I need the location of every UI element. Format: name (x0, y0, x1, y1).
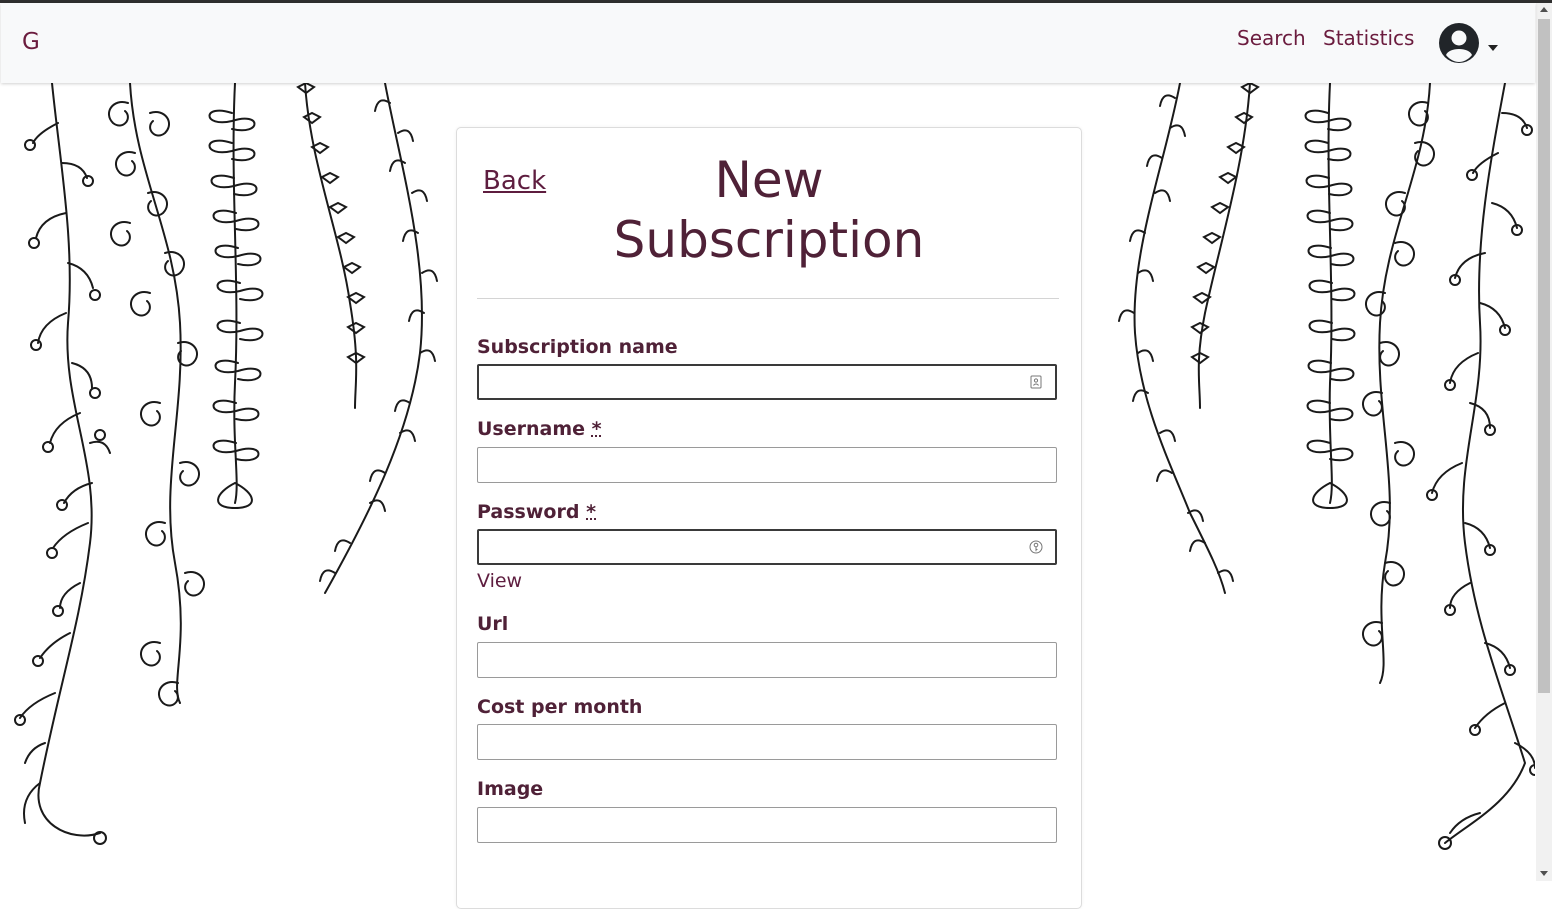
key-autofill-icon[interactable] (1029, 540, 1043, 554)
decorative-vines-right-image (1118, 83, 1535, 850)
subscription-name-label: Subscription name (477, 336, 678, 358)
chevron-down-icon (1488, 45, 1498, 51)
required-marker: * (586, 501, 596, 523)
username-input[interactable] (477, 447, 1057, 483)
page-title: New Subscription (613, 151, 925, 269)
title-divider (477, 298, 1059, 299)
user-avatar-icon (1439, 23, 1479, 63)
top-navbar: G Search Statistics (1, 3, 1535, 83)
cost-per-month-label: Cost per month (477, 696, 642, 718)
image-label: Image (477, 778, 543, 800)
cost-per-month-label-text: Cost per month (477, 696, 643, 718)
password-label: Password * (477, 501, 596, 523)
back-link[interactable]: Back (483, 166, 546, 196)
url-label: Url (477, 613, 508, 635)
subscription-name-input[interactable] (477, 364, 1057, 400)
url-label-text: Url (477, 613, 509, 635)
username-label-text: Username (477, 418, 586, 440)
scroll-up-arrow-icon[interactable] (1540, 7, 1548, 12)
cost-per-month-input[interactable] (477, 724, 1057, 760)
password-label-text: Password (477, 501, 580, 523)
scrollbar-thumb[interactable] (1538, 19, 1550, 693)
subscription-name-label-text: Subscription name (477, 336, 678, 358)
new-subscription-card: Back New Subscription Subscription name … (456, 127, 1082, 909)
url-input[interactable] (477, 642, 1057, 678)
view-password-link[interactable]: View (477, 570, 522, 592)
image-label-text: Image (477, 778, 544, 800)
brand-logo-link[interactable]: G (22, 29, 40, 55)
decorative-vines-left-image (14, 83, 438, 845)
username-label: Username * (477, 418, 602, 440)
nav-link-statistics[interactable]: Statistics (1323, 26, 1414, 50)
required-marker: * (591, 418, 602, 440)
page-scrollbar[interactable] (1536, 3, 1552, 881)
scroll-down-arrow-icon[interactable] (1540, 871, 1548, 876)
user-menu-dropdown[interactable] (1437, 21, 1503, 65)
image-input[interactable] (477, 807, 1057, 843)
password-input[interactable] (477, 529, 1057, 565)
nav-link-search[interactable]: Search (1237, 26, 1306, 50)
contact-card-autofill-icon[interactable] (1029, 375, 1043, 389)
